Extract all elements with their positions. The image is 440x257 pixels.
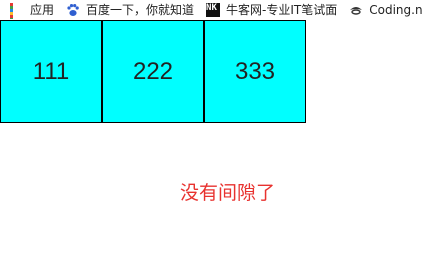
coding-hat-icon: [349, 3, 363, 17]
bookmark-baidu[interactable]: 百度一下，你就知道: [66, 0, 194, 19]
bookmark-coding[interactable]: Coding.n: [349, 0, 423, 19]
bookmark-nowcoder[interactable]: NK 牛客网-专业IT笔试面: [206, 0, 337, 19]
bookmark-label: 牛客网-专业IT笔试面: [226, 3, 338, 17]
box-item: 222: [102, 20, 204, 123]
no-gap-note: 没有间隙了: [180, 182, 276, 204]
apps-grid-icon: [10, 2, 24, 19]
bookmarks-bar: 应用 百度一下，你就知道 NK 牛客网-专业IT笔试面 Coding.n: [0, 0, 440, 19]
baidu-paw-icon: [66, 3, 80, 17]
nowcoder-icon: NK: [206, 2, 221, 17]
bookmark-label: 应用: [30, 3, 55, 17]
bookmark-label: Coding.n: [369, 2, 423, 17]
box-item: 333: [204, 20, 306, 123]
box-item: 111: [0, 20, 102, 123]
bookmark-apps[interactable]: 应用: [10, 0, 54, 19]
bookmark-label: 百度一下，你就知道: [86, 3, 195, 17]
box-row: 111 222 333: [0, 20, 306, 123]
